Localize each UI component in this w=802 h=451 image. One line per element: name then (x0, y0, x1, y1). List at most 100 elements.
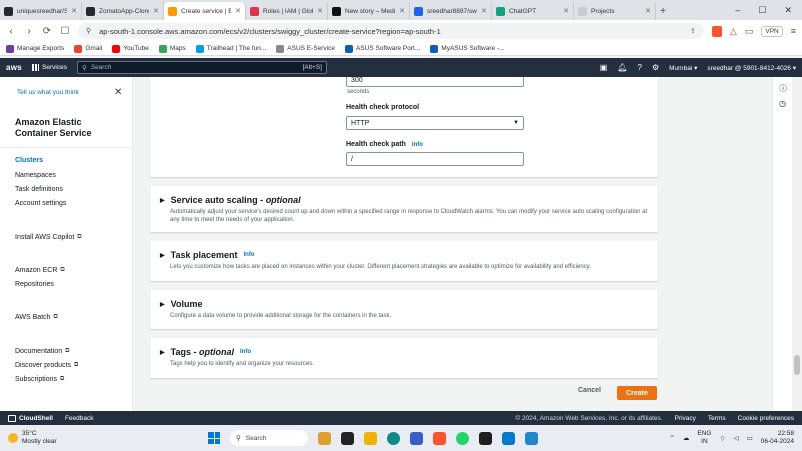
task-placement-info-link[interactable]: Info (244, 252, 255, 258)
tab-close-icon[interactable]: ✕ (645, 7, 651, 15)
browser-tab[interactable]: sreedhar8897/swigg ✕ (410, 2, 492, 20)
help-icon[interactable]: ? (638, 63, 642, 72)
path-info-link[interactable]: Info (412, 142, 423, 148)
store-icon[interactable] (410, 431, 423, 445)
cancel-button[interactable]: Cancel (578, 387, 601, 394)
back-icon[interactable]: ‹ (6, 26, 16, 37)
volume-icon[interactable]: ◁ (734, 434, 739, 442)
cloudshell-button[interactable]: CloudShell (8, 414, 53, 422)
aws-search-input[interactable]: ⚲ Search [Alt+S] (76, 61, 327, 74)
new-tab-button[interactable]: + (656, 2, 670, 20)
volume-panel[interactable]: ▶ Volume Configure a data volume to prov… (150, 290, 658, 329)
auto-scaling-header[interactable]: ▶ Service auto scaling - optional (160, 195, 301, 205)
sidebar-toggle-icon[interactable]: ▭ (745, 26, 754, 37)
reload-icon[interactable]: ⟳ (42, 26, 52, 37)
weather-widget[interactable]: 35°C Mostly clear (8, 430, 208, 446)
auto-scaling-panel[interactable]: ▶ Service auto scaling - optional Automa… (150, 186, 658, 232)
sidebar-item-install-copilot[interactable]: Install AWS Copilot ⧉ (15, 234, 82, 241)
battery-icon[interactable]: ▭ (747, 434, 753, 442)
tags-info-link[interactable]: Info (240, 349, 251, 355)
cloudshell-icon[interactable]: ▣ (600, 63, 608, 72)
tray-chevron-icon[interactable]: ⌃ (669, 434, 674, 442)
sidebar-item-task-definitions[interactable]: Task definitions (15, 186, 63, 193)
tab-close-icon[interactable]: ✕ (563, 7, 569, 15)
task-view-icon[interactable] (341, 431, 354, 445)
browser-tab[interactable]: Roles | IAM | Global ✕ (246, 2, 328, 20)
menu-icon[interactable]: ≡ (791, 26, 796, 36)
browser-tab[interactable]: New story – Medium ✕ (328, 2, 410, 20)
region-selector[interactable]: Mumbai ▾ (669, 64, 697, 72)
sidebar-item-batch[interactable]: AWS Batch ⧉ (15, 314, 58, 321)
file-explorer-icon[interactable] (364, 431, 377, 445)
app-icon[interactable] (525, 431, 538, 445)
url-field[interactable]: ⚲ ap-south-1.console.aws.amazon.com/ecs/… (78, 23, 704, 39)
edge-icon[interactable] (387, 431, 400, 445)
sidebar-item-clusters[interactable]: Clusters (15, 157, 43, 164)
onedrive-icon[interactable]: ☁ (683, 434, 690, 442)
bookmark-item[interactable]: Trailhead | The fun... (195, 44, 266, 53)
scrollbar-thumb[interactable] (794, 355, 800, 375)
feedback-button[interactable]: Feedback (65, 415, 94, 422)
vscode-icon[interactable] (502, 431, 515, 445)
tab-close-icon[interactable]: ✕ (153, 7, 159, 15)
brave-shields-icon[interactable] (711, 25, 722, 37)
tags-panel[interactable]: ▶ Tags - optional Info Tags help you to … (150, 338, 658, 378)
bookmark-item[interactable]: Maps (158, 44, 186, 53)
path-input[interactable]: / (346, 152, 524, 166)
tab-close-icon[interactable]: ✕ (235, 7, 241, 15)
services-menu[interactable]: Services (32, 64, 67, 71)
bookmark-item[interactable]: MyASUS Software -... (430, 44, 505, 53)
terms-link[interactable]: Terms (708, 415, 726, 422)
history-icon[interactable]: ◷ (779, 99, 786, 108)
privacy-link[interactable]: Privacy (675, 415, 696, 422)
tab-close-icon[interactable]: ✕ (71, 7, 77, 15)
protocol-select[interactable]: HTTP ▼ (346, 116, 524, 130)
timeout-input[interactable]: 300 (346, 77, 524, 87)
whatsapp-icon[interactable] (456, 431, 469, 445)
volume-header[interactable]: ▶ Volume (160, 299, 202, 309)
bookmark-item[interactable]: Manage Exports (6, 44, 64, 53)
bookmark-item[interactable]: YouTube (112, 44, 149, 53)
forward-icon[interactable]: › (24, 26, 34, 37)
bookmark-icon[interactable]: ☐ (60, 26, 70, 37)
account-menu[interactable]: sreedhar @ 5901-8412-4026 ▾ (707, 64, 796, 72)
bookmark-item[interactable]: Gmail (74, 44, 102, 53)
sidebar-item-ecr[interactable]: Amazon ECR ⧉ (15, 267, 65, 274)
tags-header[interactable]: ▶ Tags - optional Info (160, 347, 251, 357)
tab-close-icon[interactable]: ✕ (481, 7, 487, 15)
settings-icon[interactable]: ⚙ (652, 63, 659, 72)
sidebar-item-subscriptions[interactable]: Subscriptions ⧉ (15, 376, 64, 383)
minimize-icon[interactable]: – (735, 5, 740, 15)
terminal-app-icon[interactable] (479, 431, 492, 445)
sidebar-item-discover-products[interactable]: Discover products ⧉ (15, 362, 78, 369)
sidebar-item-documentation[interactable]: Documentation ⧉ (15, 348, 69, 355)
maximize-icon[interactable]: ☐ (758, 5, 766, 16)
bookmark-item[interactable]: ASUS Software Port... (344, 44, 420, 53)
tab-close-icon[interactable]: ✕ (399, 7, 405, 15)
vpn-button[interactable]: VPN (761, 25, 783, 37)
brave-icon[interactable] (433, 431, 446, 445)
start-icon[interactable] (208, 432, 220, 444)
browser-tab[interactable]: ChatGPT ✕ (492, 2, 574, 20)
wifi-icon[interactable]: ⌔ (719, 434, 725, 443)
sidebar-item-repositories[interactable]: Repositories (15, 281, 54, 288)
taskbar-search[interactable]: ⚲ Search (230, 430, 308, 446)
bookmark-item[interactable]: ASUS E-Service (276, 44, 335, 53)
share-icon[interactable]: ⇪ (690, 27, 696, 35)
clock[interactable]: 22:58 06-04-2024 (761, 430, 794, 446)
feedback-link[interactable]: Tell us what you think (17, 89, 79, 96)
language-indicator[interactable]: ENG IN (697, 430, 711, 446)
browser-tab[interactable]: ZomatoApp-Clone/G ✕ (82, 2, 164, 20)
sidebar-item-account-settings[interactable]: Account settings (15, 200, 66, 207)
info-panel-icon[interactable]: ⓘ (779, 83, 787, 94)
browser-tab[interactable]: uniquesreedhar/Swi ✕ (0, 2, 82, 20)
cookie-preferences-link[interactable]: Cookie preferences (738, 415, 794, 422)
widgets-icon[interactable] (318, 431, 331, 445)
close-sidebar-icon[interactable]: ✕ (114, 87, 122, 98)
rewards-icon[interactable]: △ (730, 26, 737, 37)
site-info-icon[interactable]: ⚲ (86, 27, 91, 35)
task-placement-header[interactable]: ▶ Task placement Info (160, 250, 255, 260)
aws-logo[interactable]: aws (6, 63, 22, 72)
create-button[interactable]: Create (617, 386, 657, 400)
tab-close-icon[interactable]: ✕ (317, 7, 323, 15)
